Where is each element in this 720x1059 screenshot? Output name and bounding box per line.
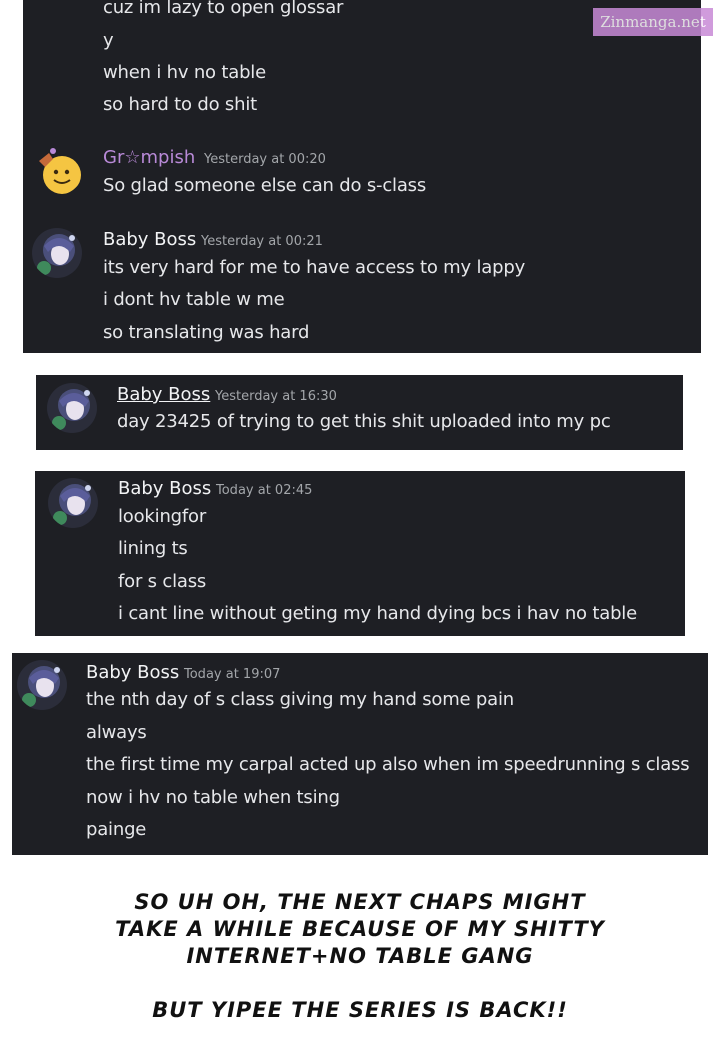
chat-panel-2: Baby Boss Yesterday at 16:30 day 23425 o… [36,375,683,450]
chat-panel-4: Baby Boss Today at 19:07 the nth day of … [12,653,708,855]
timestamp: Today at 19:07 [184,667,281,682]
message-line: always [86,722,147,743]
message-line: so translating was hard [103,322,310,343]
anime-avatar-icon [32,228,82,278]
username-babyboss[interactable]: Baby Boss [118,478,211,499]
message-line: So glad someone else can do s-class [103,175,427,196]
babyboss-avatar[interactable] [48,478,98,528]
message-line: painge [86,819,147,840]
message-line: its very hard for me to have access to m… [103,257,526,278]
message-line: i dont hv table w me [103,289,285,310]
username-babyboss[interactable]: Baby Boss [86,662,179,683]
anime-avatar-icon [48,478,98,528]
message-line: cuz im lazy to open glossar [103,0,344,18]
translator-note-line: SO UH OH, THE NEXT CHAPS MIGHT [134,890,586,914]
message-line: when i hv no table [103,62,266,83]
translator-note-line: BUT YIPEE THE SERIES IS BACK!! [152,998,568,1022]
translator-note-line: TAKE A WHILE BECAUSE OF MY SHITTY [115,917,605,941]
message-line: i cant line without geting my hand dying… [118,603,637,624]
username-babyboss[interactable]: Baby Boss [103,229,196,250]
anime-avatar-icon [17,660,67,710]
message-line: lining ts [118,538,188,559]
watermark-logo: Zinmanga.net [593,8,713,36]
grumpish-avatar[interactable] [33,145,83,195]
username-babyboss[interactable]: Baby Boss [117,384,210,405]
message-line: so hard to do shit [103,94,257,115]
message-line: now i hv no table when tsing [86,787,340,808]
anime-avatar-icon [47,383,97,433]
emoji-avatar-icon [39,148,81,194]
username-grumpish[interactable]: Gr☆mpish [103,147,195,168]
translator-note-line: INTERNET+NO TABLE GANG [186,944,534,968]
message-line: the nth day of s class giving my hand so… [86,689,514,710]
babyboss-avatar[interactable] [32,228,82,278]
timestamp: Yesterday at 16:30 [215,389,337,404]
babyboss-avatar[interactable] [17,660,67,710]
babyboss-avatar[interactable] [47,383,97,433]
timestamp: Yesterday at 00:21 [201,234,323,249]
message-line: y [103,30,114,51]
message-line: lookingfor [118,506,207,527]
chat-panel-3: Baby Boss Today at 02:45 lookingfor lini… [35,471,685,636]
timestamp: Today at 02:45 [216,483,313,498]
timestamp: Yesterday at 00:20 [204,152,326,167]
message-line: for s class [118,571,207,592]
message-line: day 23425 of trying to get this shit upl… [117,411,611,432]
chat-panel-1: cuz im lazy to open glossar y when i hv … [23,0,701,353]
message-line: the first time my carpal acted up also w… [86,754,690,775]
